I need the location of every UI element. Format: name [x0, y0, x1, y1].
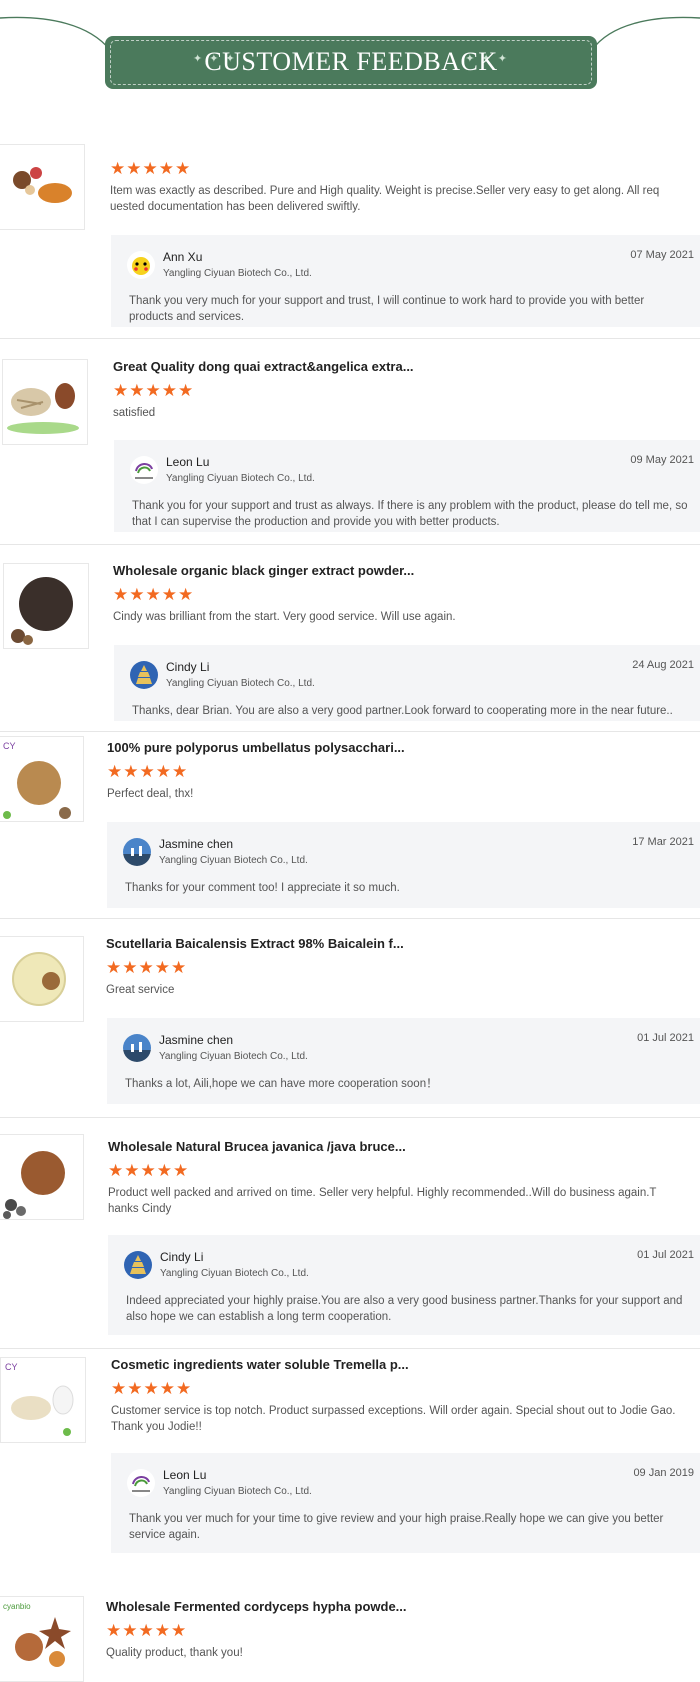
- product-thumbnail[interactable]: [0, 1134, 84, 1220]
- product-title[interactable]: Wholesale Natural Brucea javanica /java …: [108, 1139, 406, 1154]
- seller-reply: Cindy Li Yangling Ciyuan Biotech Co., Lt…: [114, 645, 700, 721]
- reply-text: Thank you for your support and trust as …: [132, 500, 688, 528]
- reply-company: Yangling Ciyuan Biotech Co., Ltd.: [163, 1486, 312, 1497]
- product-title[interactable]: 100% pure polyporus umbellatus polysacch…: [107, 740, 405, 755]
- product-thumbnail[interactable]: CY: [0, 1357, 86, 1443]
- seller-reply: Jasmine chen Yangling Ciyuan Biotech Co.…: [107, 822, 700, 908]
- landscape-avatar: [123, 1034, 151, 1062]
- reply-company: Yangling Ciyuan Biotech Co., Ltd.: [163, 268, 312, 279]
- review-comment: Product well packed and arrived on time.…: [108, 1187, 657, 1215]
- landscape-avatar: [123, 838, 151, 866]
- review-card: CY 100% pure polyporus umbellatus polysa…: [0, 732, 700, 919]
- reply-date: 01 Jul 2021: [637, 1249, 694, 1261]
- product-thumbnail[interactable]: cyanbio: [0, 1596, 84, 1682]
- seller-reply: Leon Lu Yangling Ciyuan Biotech Co., Ltd…: [114, 440, 700, 532]
- reply-text: Thank you ver much for your time to give…: [129, 1513, 664, 1541]
- rating-stars: ★★★★★: [108, 1161, 190, 1180]
- rating-stars: ★★★★★: [106, 1621, 188, 1640]
- pikachu-avatar: [127, 251, 155, 279]
- pagoda-avatar: [130, 661, 158, 689]
- reply-text: Indeed appreciated your highly praise.Yo…: [126, 1295, 683, 1323]
- reply-company: Yangling Ciyuan Biotech Co., Ltd.: [159, 1051, 308, 1062]
- review-card: Wholesale organic black ginger extract p…: [0, 545, 700, 732]
- review-card: Great Quality dong quai extract&angelica…: [0, 339, 700, 545]
- feedback-header: ✦ ✦ ✦ ✦ ✦ ✦ CUSTOMER FEEDBACK: [0, 0, 700, 110]
- review-card: ★★★★★ Item was exactly as described. Pur…: [0, 120, 700, 339]
- reply-date: 07 May 2021: [630, 249, 694, 261]
- reply-company: Yangling Ciyuan Biotech Co., Ltd.: [159, 855, 308, 866]
- reply-author: Cindy Li: [166, 660, 210, 674]
- rating-stars: ★★★★★: [111, 1379, 193, 1398]
- review-comment: Cindy was brilliant from the start. Very…: [113, 611, 456, 623]
- reply-company: Yangling Ciyuan Biotech Co., Ltd.: [166, 678, 315, 689]
- review-comment: Great service: [106, 984, 175, 996]
- reply-author: Cindy Li: [160, 1250, 204, 1264]
- seller-reply: Leon Lu Yangling Ciyuan Biotech Co., Ltd…: [111, 1453, 700, 1553]
- reply-author: Jasmine chen: [159, 837, 234, 851]
- rating-stars: ★★★★★: [107, 762, 189, 781]
- feedback-banner: ✦ ✦ ✦ ✦ ✦ ✦ CUSTOMER FEEDBACK: [105, 36, 597, 89]
- product-title[interactable]: Great Quality dong quai extract&angelica…: [113, 359, 414, 374]
- svg-text:CY: CY: [3, 741, 16, 751]
- review-card: cyanbio Wholesale Fermented cordyceps hy…: [0, 1586, 700, 1682]
- review-card: Scutellaria Baicalensis Extract 98% Baic…: [0, 919, 700, 1118]
- svg-text:cyanbio: cyanbio: [3, 1602, 31, 1611]
- review-comment: Perfect deal, thx!: [107, 788, 194, 800]
- product-title[interactable]: Wholesale Fermented cordyceps hypha powd…: [106, 1599, 407, 1614]
- review-card: Wholesale Natural Brucea javanica /java …: [0, 1118, 700, 1349]
- reply-text: Thank you very much for your support and…: [129, 295, 645, 323]
- product-thumbnail[interactable]: [0, 144, 85, 230]
- rating-stars: ★★★★★: [113, 381, 195, 400]
- rating-stars: ★★★★★: [110, 159, 192, 178]
- reply-author: Ann Xu: [163, 250, 203, 264]
- reply-text: Thanks a lot, Aili,hope we can have more…: [125, 1078, 438, 1090]
- seller-reply: Jasmine chen Yangling Ciyuan Biotech Co.…: [107, 1018, 700, 1104]
- seller-reply: Cindy Li Yangling Ciyuan Biotech Co., Lt…: [108, 1235, 700, 1335]
- product-title[interactable]: Cosmetic ingredients water soluble Treme…: [111, 1357, 409, 1372]
- seller-reply: Ann Xu Yangling Ciyuan Biotech Co., Ltd.…: [111, 235, 700, 327]
- reply-company: Yangling Ciyuan Biotech Co., Ltd.: [160, 1268, 309, 1279]
- reply-date: 09 Jan 2019: [633, 1467, 694, 1479]
- reply-date: 01 Jul 2021: [637, 1032, 694, 1044]
- product-title[interactable]: Scutellaria Baicalensis Extract 98% Baic…: [106, 936, 404, 951]
- reply-company: Yangling Ciyuan Biotech Co., Ltd.: [166, 473, 315, 484]
- reply-author: Leon Lu: [163, 1468, 207, 1482]
- product-title[interactable]: Wholesale organic black ginger extract p…: [113, 563, 414, 578]
- rating-stars: ★★★★★: [113, 585, 195, 604]
- reply-author: Leon Lu: [166, 455, 210, 469]
- review-comment: Customer service is top notch. Product s…: [111, 1405, 676, 1433]
- rating-stars: ★★★★★: [106, 958, 188, 977]
- reply-date: 09 May 2021: [630, 454, 694, 466]
- company-logo-avatar: [130, 456, 158, 484]
- reply-author: Jasmine chen: [159, 1033, 234, 1047]
- reply-date: 24 Aug 2021: [632, 659, 694, 671]
- pagoda-avatar: [124, 1251, 152, 1279]
- reply-text: Thanks for your comment too! I appreciat…: [125, 882, 400, 894]
- svg-text:CY: CY: [5, 1362, 18, 1372]
- page-title: CUSTOMER FEEDBACK: [204, 47, 498, 76]
- review-comment: Item was exactly as described. Pure and …: [110, 185, 660, 213]
- review-card: CY Cosmetic ingredients water soluble Tr…: [0, 1349, 700, 1586]
- product-thumbnail[interactable]: [3, 563, 89, 649]
- reply-text: Thanks, dear Brian. You are also a very …: [132, 705, 673, 717]
- product-thumbnail[interactable]: [2, 359, 88, 445]
- product-thumbnail[interactable]: [0, 936, 84, 1022]
- review-comment: Quality product, thank you!: [106, 1647, 243, 1659]
- review-comment: satisfied: [113, 407, 156, 419]
- product-thumbnail[interactable]: CY: [0, 736, 84, 822]
- company-logo-avatar: [127, 1469, 155, 1497]
- reply-date: 17 Mar 2021: [632, 836, 694, 848]
